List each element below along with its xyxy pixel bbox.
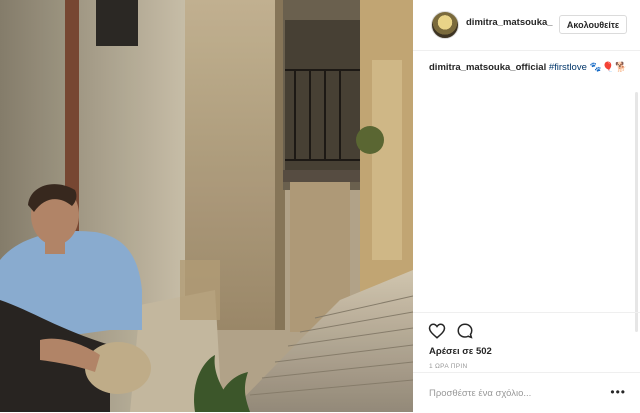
- post-caption: dimitra_matsouka_official #firstlove 🐾🎈🐕: [429, 62, 634, 73]
- post-actions: Αρέσει σε 502 1 ΩΡΑ ΠΡΙΝ: [413, 312, 640, 370]
- post-header: dimitra_matsouka_ Ακολουθείτε: [413, 0, 640, 51]
- photo-illustration: [0, 0, 413, 412]
- more-icon[interactable]: •••: [610, 385, 626, 399]
- avatar[interactable]: [431, 11, 459, 39]
- heart-icon[interactable]: [428, 322, 446, 340]
- instagram-post: dimitra_matsouka_ Ακολουθείτε dimitra_ma…: [0, 0, 640, 412]
- post-side-panel: dimitra_matsouka_ Ακολουθείτε dimitra_ma…: [413, 0, 640, 412]
- scrollbar[interactable]: [635, 92, 638, 332]
- post-timestamp: 1 ΩΡΑ ΠΡΙΝ: [429, 363, 468, 370]
- comment-input[interactable]: Προσθέστε ένα σχόλιο...: [429, 388, 531, 399]
- username-link[interactable]: dimitra_matsouka_: [466, 17, 553, 28]
- post-photo[interactable]: [0, 0, 413, 412]
- likes-count[interactable]: Αρέσει σε 502: [429, 346, 492, 357]
- following-button[interactable]: Ακολουθείτε: [559, 15, 627, 34]
- comment-icon[interactable]: [456, 322, 474, 340]
- caption-emojis: 🐾🎈🐕: [589, 62, 629, 73]
- add-comment-bar: Προσθέστε ένα σχόλιο... •••: [413, 372, 640, 413]
- caption-username[interactable]: dimitra_matsouka_official: [429, 62, 546, 73]
- hashtag-link[interactable]: #firstlove: [549, 62, 587, 73]
